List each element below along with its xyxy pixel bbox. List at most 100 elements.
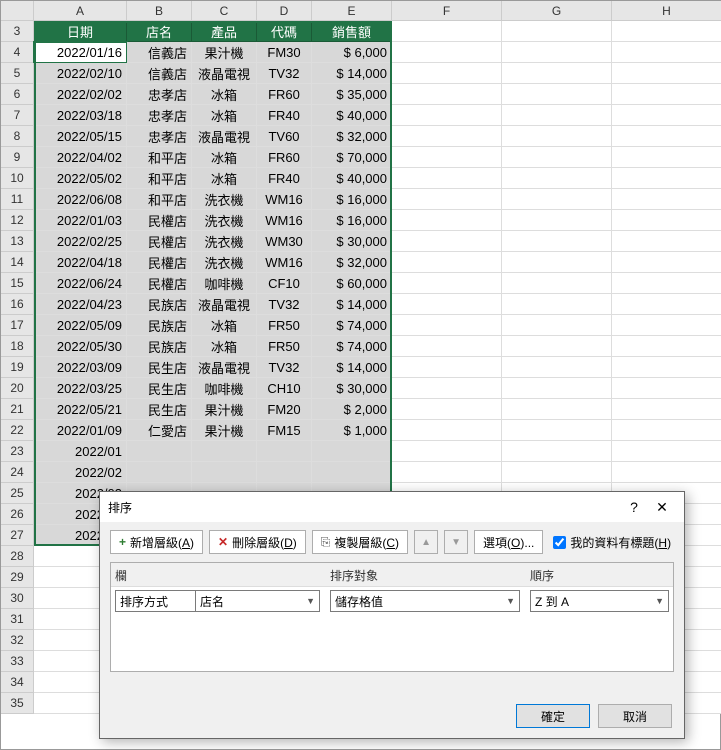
cell[interactable]: 洗衣機 xyxy=(192,252,257,273)
cell[interactable] xyxy=(612,168,721,189)
cell[interactable] xyxy=(392,42,502,63)
row-header[interactable]: 19 xyxy=(1,357,34,378)
cell[interactable]: 忠孝店 xyxy=(127,84,192,105)
cell[interactable]: 產品 xyxy=(192,21,257,42)
cell[interactable] xyxy=(127,441,192,462)
cell[interactable]: 民族店 xyxy=(127,294,192,315)
cell[interactable] xyxy=(612,126,721,147)
cell[interactable]: 2022/03/25 xyxy=(34,378,127,399)
row-header[interactable]: 16 xyxy=(1,294,34,315)
column-header[interactable]: C xyxy=(192,1,257,21)
cell[interactable]: 忠孝店 xyxy=(127,126,192,147)
row-header[interactable]: 21 xyxy=(1,399,34,420)
cell[interactable]: $ 1,000 xyxy=(312,420,392,441)
row-header[interactable]: 24 xyxy=(1,462,34,483)
cell[interactable]: 2022/01/16 xyxy=(34,42,127,63)
cell[interactable] xyxy=(502,336,612,357)
cell[interactable] xyxy=(502,357,612,378)
cell[interactable] xyxy=(612,63,721,84)
cell[interactable]: 信義店 xyxy=(127,63,192,84)
cell[interactable]: $ 60,000 xyxy=(312,273,392,294)
cell[interactable]: 和平店 xyxy=(127,168,192,189)
cell[interactable]: FR50 xyxy=(257,315,312,336)
order-select[interactable]: Z 到 A ▼ xyxy=(530,590,669,612)
row-header[interactable]: 23 xyxy=(1,441,34,462)
cell[interactable] xyxy=(502,399,612,420)
cell[interactable]: 2022/01/03 xyxy=(34,210,127,231)
row-header[interactable]: 15 xyxy=(1,273,34,294)
cell[interactable]: TV32 xyxy=(257,63,312,84)
ok-button[interactable]: 確定 xyxy=(516,704,590,728)
copy-level-button[interactable]: ⎘ 複製層級(C) xyxy=(312,530,408,554)
cell[interactable]: CH10 xyxy=(257,378,312,399)
cell[interactable] xyxy=(392,21,502,42)
cell[interactable]: 咖啡機 xyxy=(192,378,257,399)
row-header[interactable]: 28 xyxy=(1,546,34,567)
cell[interactable]: $ 35,000 xyxy=(312,84,392,105)
cell[interactable]: 冰箱 xyxy=(192,336,257,357)
cell[interactable] xyxy=(502,273,612,294)
cell[interactable]: 洗衣機 xyxy=(192,189,257,210)
cell[interactable] xyxy=(612,294,721,315)
row-header[interactable]: 31 xyxy=(1,609,34,630)
row-header[interactable]: 20 xyxy=(1,378,34,399)
cell[interactable]: 洗衣機 xyxy=(192,231,257,252)
row-header[interactable]: 17 xyxy=(1,315,34,336)
cell[interactable]: 2022/05/21 xyxy=(34,399,127,420)
cell[interactable] xyxy=(502,420,612,441)
cell[interactable]: WM16 xyxy=(257,252,312,273)
cell[interactable] xyxy=(502,168,612,189)
cell[interactable] xyxy=(502,126,612,147)
row-header[interactable]: 30 xyxy=(1,588,34,609)
cell[interactable]: 民族店 xyxy=(127,315,192,336)
cell[interactable]: 2022/04/18 xyxy=(34,252,127,273)
cell[interactable]: FM20 xyxy=(257,399,312,420)
cell[interactable] xyxy=(502,63,612,84)
cell[interactable]: FR40 xyxy=(257,168,312,189)
row-header[interactable]: 33 xyxy=(1,651,34,672)
column-header[interactable]: E xyxy=(312,1,392,21)
row-header[interactable]: 4 xyxy=(1,42,34,63)
cell[interactable]: $ 6,000 xyxy=(312,42,392,63)
cell[interactable]: $ 2,000 xyxy=(312,399,392,420)
row-header[interactable]: 12 xyxy=(1,210,34,231)
cell[interactable]: $ 32,000 xyxy=(312,252,392,273)
cell[interactable]: $ 74,000 xyxy=(312,336,392,357)
cell[interactable] xyxy=(612,378,721,399)
cell[interactable] xyxy=(392,252,502,273)
cell[interactable] xyxy=(392,462,502,483)
cell[interactable]: 2022/02 xyxy=(34,462,127,483)
cell[interactable]: $ 14,000 xyxy=(312,294,392,315)
column-header[interactable]: A xyxy=(34,1,127,21)
cell[interactable]: 咖啡機 xyxy=(192,273,257,294)
cell[interactable]: FR40 xyxy=(257,105,312,126)
cell[interactable]: 2022/01 xyxy=(34,441,127,462)
cell[interactable]: $ 16,000 xyxy=(312,189,392,210)
cell[interactable]: TV32 xyxy=(257,357,312,378)
cell[interactable] xyxy=(612,273,721,294)
row-header[interactable]: 5 xyxy=(1,63,34,84)
cell[interactable]: $ 40,000 xyxy=(312,105,392,126)
cell[interactable]: 代碼 xyxy=(257,21,312,42)
move-up-button[interactable]: ▲ xyxy=(414,530,438,554)
cell[interactable]: FR50 xyxy=(257,336,312,357)
cell[interactable] xyxy=(612,189,721,210)
column-header[interactable]: H xyxy=(612,1,721,21)
cell[interactable] xyxy=(612,231,721,252)
column-header[interactable]: G xyxy=(502,1,612,21)
cell[interactable] xyxy=(502,42,612,63)
cell[interactable]: $ 74,000 xyxy=(312,315,392,336)
cell[interactable] xyxy=(192,441,257,462)
cell[interactable] xyxy=(502,21,612,42)
cell[interactable]: 冰箱 xyxy=(192,84,257,105)
cell[interactable]: 日期 xyxy=(34,21,127,42)
cell[interactable] xyxy=(502,231,612,252)
cell[interactable] xyxy=(612,420,721,441)
cell[interactable] xyxy=(502,462,612,483)
has-headers-checkbox[interactable]: 我的資料有標題(H) xyxy=(553,534,671,551)
cell[interactable]: 民權店 xyxy=(127,231,192,252)
cell[interactable] xyxy=(392,168,502,189)
cell[interactable] xyxy=(392,441,502,462)
cell[interactable]: 仁愛店 xyxy=(127,420,192,441)
cell[interactable] xyxy=(392,210,502,231)
